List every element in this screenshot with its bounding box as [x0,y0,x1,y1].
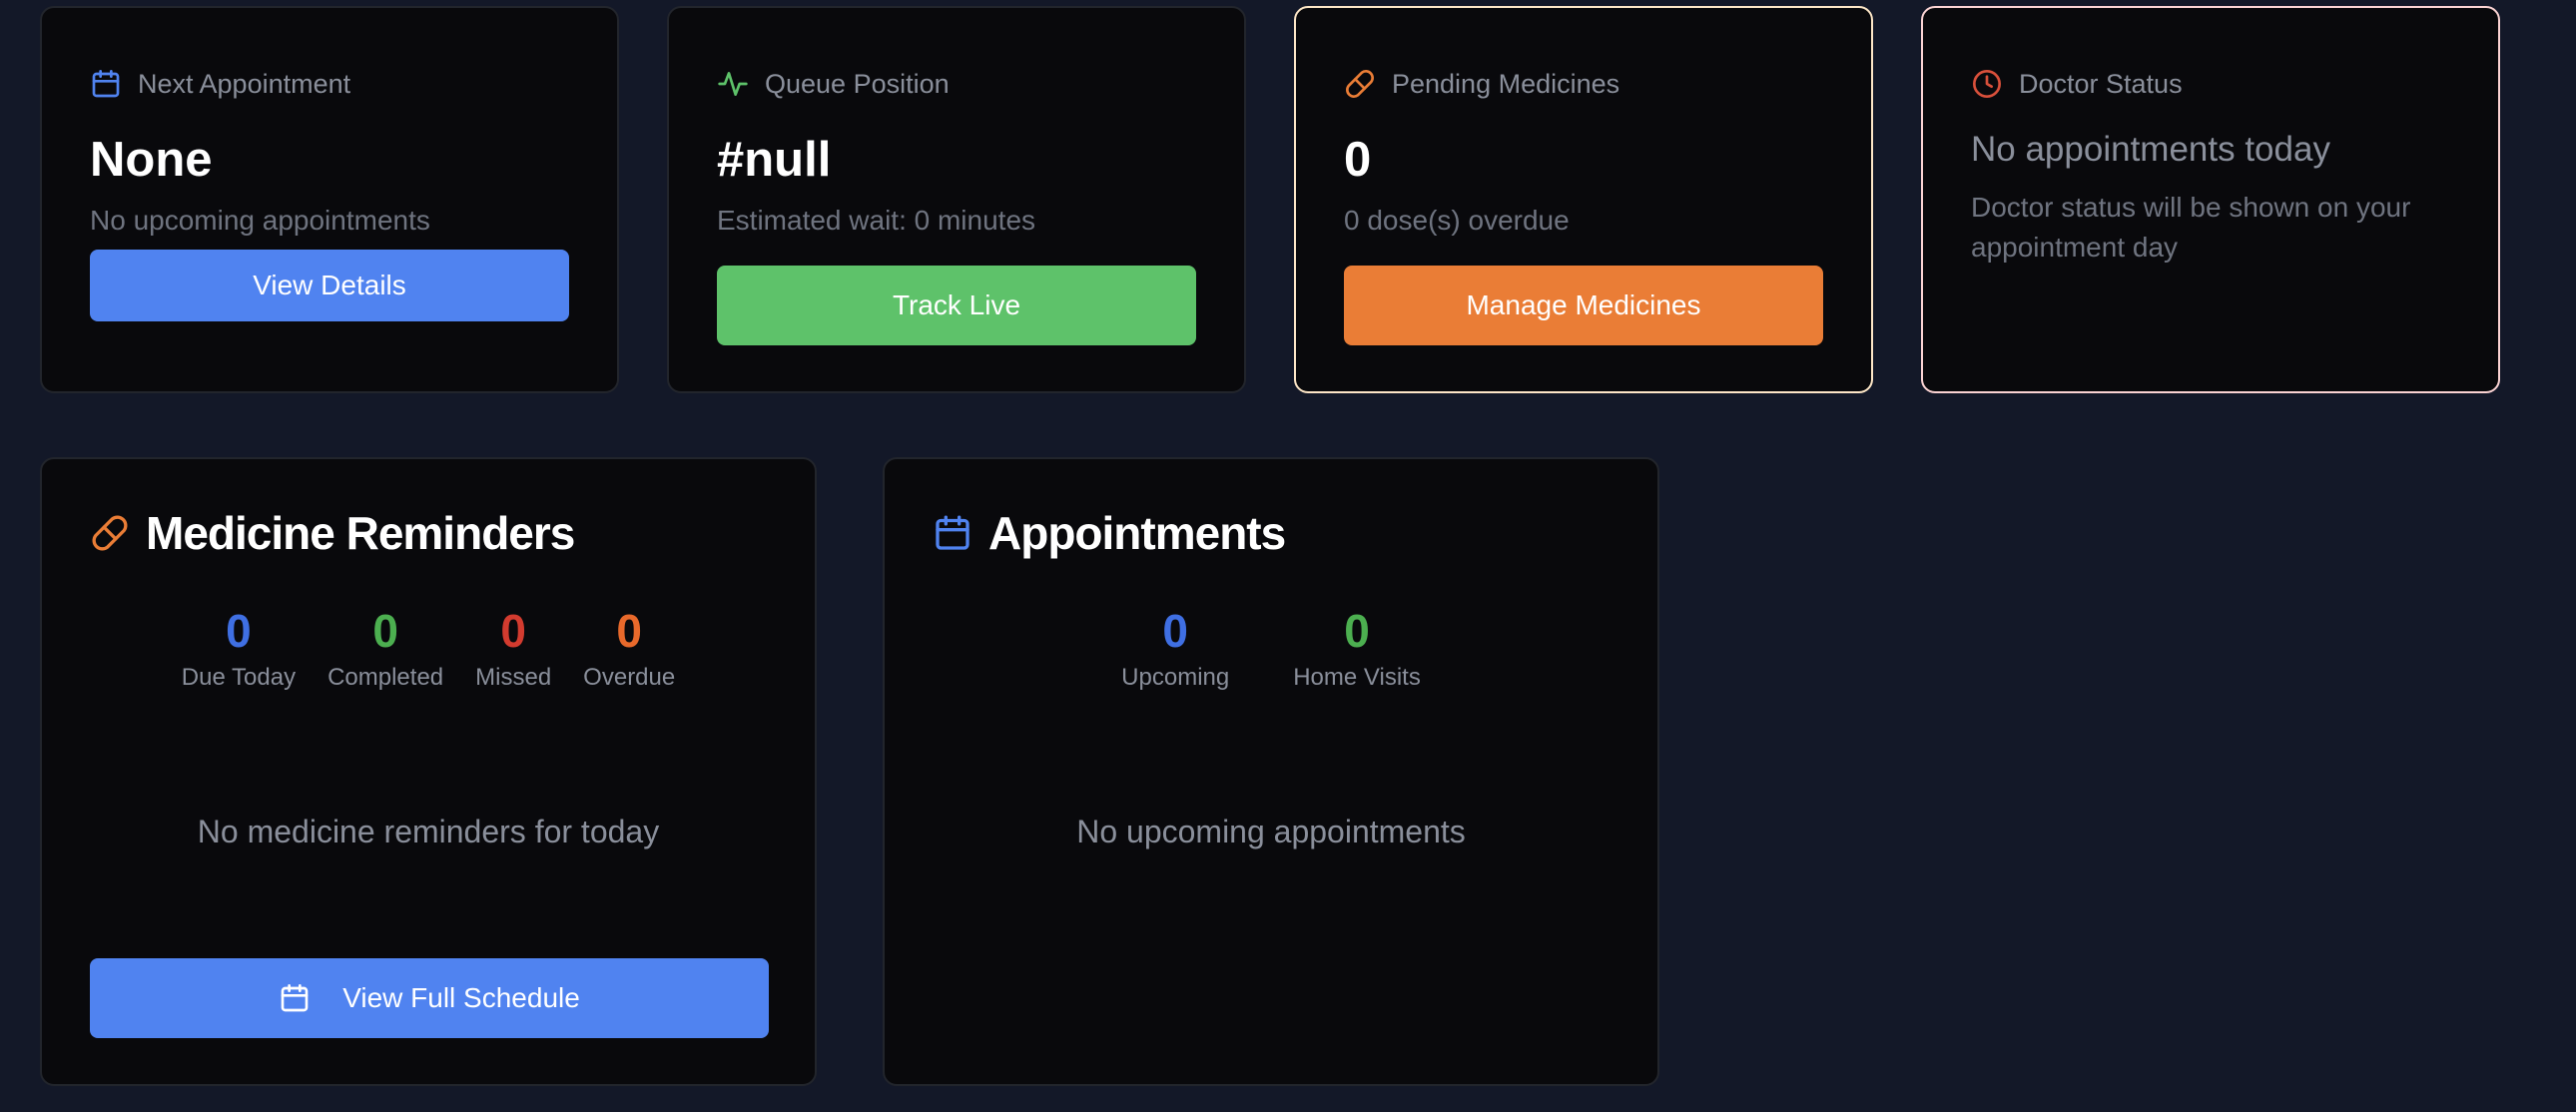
metric-value: 0 [616,605,642,657]
view-full-schedule-label: View Full Schedule [342,982,580,1013]
appointments-header: Appointments [933,505,1286,561]
metric-value: 0 [372,605,398,657]
appointments-title: Appointments [988,507,1286,559]
manage-medicines-button[interactable]: Manage Medicines [1344,266,1823,345]
metric-overdue: 0 Overdue [583,603,675,693]
pending-medicines-card: Pending Medicines 0 0 dose(s) overdue Ma… [1294,6,1873,393]
appointments-empty-message: No upcoming appointments [1076,814,1466,849]
track-live-button[interactable]: Track Live [717,266,1196,345]
metric-label: Upcoming [1121,664,1230,691]
pending-medicines-header: Pending Medicines [1344,66,1619,102]
queue-position-header: Queue Position [717,66,950,102]
metric-value: 0 [1344,605,1370,657]
next-appointment-header: Next Appointment [90,66,350,102]
clock-icon [1973,70,2001,98]
doctor-status-header: Doctor Status [1971,66,2183,102]
calendar-icon [281,984,309,1012]
metric-label: Completed [327,664,444,691]
calendar-icon [936,515,969,550]
medicine-metrics: 0 Due Today 0 Completed 0 Missed 0 Overd… [42,603,815,693]
queue-position-label: Queue Position [765,68,950,99]
metric-label: Due Today [181,664,297,691]
next-appointment-value: None [90,133,213,187]
metric-completed: 0 Completed [327,603,443,693]
view-details-button[interactable]: View Details [90,250,569,321]
appointment-metrics: 0 Upcoming 0 Home Visits [885,603,1657,693]
calendar-icon [92,70,120,98]
metric-value: 0 [1162,605,1188,657]
activity-icon [718,72,748,96]
doses-overdue-text: 0 dose(s) overdue [1344,205,1570,236]
appointments-panel: Appointments 0 Upcoming 0 Home Visits No… [883,457,1659,1086]
pending-medicines-value: 0 [1344,133,1372,187]
metric-value: 0 [226,605,252,657]
doctor-status-card: Doctor Status No appointments today Doct… [1921,6,2500,393]
doctor-status-label: Doctor Status [2019,68,2183,99]
next-appointment-card: Next Appointment None No upcoming appoin… [40,6,619,393]
metric-due-today: 0 Due Today [182,603,296,693]
doctor-status-description: Doctor status will be shown on your appo… [1971,192,2411,263]
metric-label: Overdue [583,664,676,691]
next-appointment-subtext: No upcoming appointments [90,205,430,236]
medicine-reminders-title: Medicine Reminders [146,507,575,559]
metric-home-visits: 0 Home Visits [1293,603,1421,693]
metric-value: 0 [500,605,526,657]
queue-position-value: #null [717,133,832,187]
medicine-reminders-panel: Medicine Reminders 0 Due Today 0 Complet… [40,457,817,1086]
doctor-status-headline: No appointments today [1971,130,2330,169]
metric-upcoming: 0 Upcoming [1121,603,1229,693]
pill-icon [92,515,128,551]
pending-medicines-label: Pending Medicines [1392,68,1620,99]
medicine-reminders-empty-message: No medicine reminders for today [197,814,660,849]
medicine-reminders-header: Medicine Reminders [90,505,575,561]
queue-position-card: Queue Position #null Estimated wait: 0 m… [667,6,1246,393]
estimated-wait-text: Estimated wait: 0 minutes [717,205,1036,236]
metric-missed: 0 Missed [475,603,551,693]
metric-label: Missed [475,664,552,691]
next-appointment-label: Next Appointment [138,68,351,99]
metric-label: Home Visits [1293,664,1421,691]
view-full-schedule-button[interactable]: View Full Schedule [90,958,769,1038]
pill-icon [1346,70,1374,98]
